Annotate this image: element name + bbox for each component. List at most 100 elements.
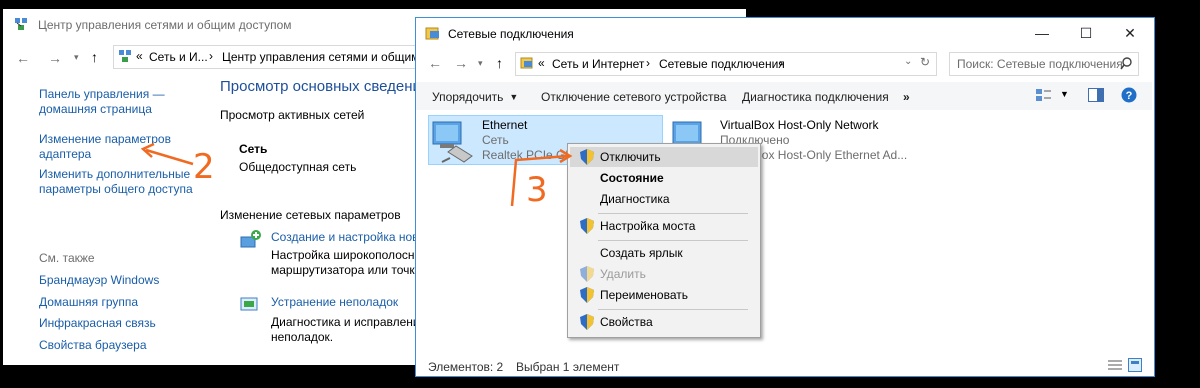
annotation-step-3: 3 [526, 170, 548, 210]
menu-item-properties[interactable]: Свойства [570, 312, 758, 332]
new-connection-icon [240, 230, 261, 248]
menu-item-label: Состояние [600, 171, 664, 185]
window-title: Центр управления сетями и общим доступом [38, 18, 292, 32]
more-commands-label: » [903, 90, 910, 104]
address-bar[interactable]: « Сеть и И... › Центр управления сетями … [113, 45, 435, 69]
help-icon[interactable]: ? [1121, 87, 1137, 103]
menu-item-label: Свойства [600, 315, 653, 329]
menu-item-label: Отключить [600, 150, 661, 164]
breadcrumb-separator-icon: › [646, 56, 650, 70]
page-title: Просмотр основных сведени [220, 78, 421, 95]
status-items-count: Элементов: 2 [428, 360, 504, 374]
close-button[interactable]: ✕ [1108, 18, 1152, 48]
menu-item-rename[interactable]: Переименовать [570, 285, 758, 305]
menu-item-create-shortcut[interactable]: Создать ярлык [570, 243, 758, 263]
new-connection-desc: Настройка широкополосно [271, 248, 422, 262]
more-commands-button[interactable]: » [903, 84, 910, 110]
details-view-icon[interactable] [1108, 359, 1122, 371]
up-arrow-icon[interactable]: ↑ [91, 49, 98, 65]
uac-shield-icon [580, 266, 594, 282]
refresh-icon[interactable]: ↻ [920, 55, 930, 69]
forward-arrow-icon[interactable]: → [48, 50, 62, 66]
back-arrow-icon[interactable]: ← [16, 50, 30, 66]
disable-device-button[interactable]: Отключение сетевого устройства [541, 84, 726, 110]
network-connections-icon [520, 57, 533, 69]
disable-device-label: Отключение сетевого устройства [541, 90, 727, 104]
network-center-icon [15, 18, 27, 30]
search-input[interactable]: Поиск: Сетевые подключения [957, 57, 1123, 71]
network-type: Общедоступная сеть [239, 160, 357, 174]
breadcrumb-separator-icon: › [209, 49, 213, 63]
tiles-view-icon[interactable] [1128, 358, 1142, 372]
link-line: Панель управления — [39, 87, 165, 101]
annotation-step-2: 2 [193, 147, 215, 187]
adapter-status: Сеть [482, 133, 509, 147]
firewall-link[interactable]: Брандмауэр Windows [39, 273, 159, 287]
uac-shield-icon [580, 287, 594, 303]
dropdown-icon[interactable]: ▾ [478, 58, 483, 69]
control-panel-home-link[interactable]: Панель управления — домашняя страница [39, 87, 165, 117]
network-adapter-icon [432, 121, 473, 163]
chevron-down-icon: ▼ [509, 92, 519, 102]
change-settings-heading: Изменение сетевых параметров [220, 208, 401, 222]
breadcrumb-separator-icon: › [779, 56, 783, 70]
menu-item-status[interactable]: Состояние [570, 168, 758, 188]
organize-button[interactable]: Упорядочить ▼ [432, 84, 518, 110]
view-dropdown-icon[interactable]: ▼ [1060, 89, 1069, 99]
diagnose-connection-label: Диагностика подключения [742, 90, 889, 104]
status-selected: Выбран 1 элемент [516, 360, 620, 374]
up-arrow-icon[interactable]: ↑ [496, 55, 503, 71]
svg-text:?: ? [1126, 90, 1133, 102]
search-icon[interactable] [1120, 57, 1133, 70]
infrared-link[interactable]: Инфракрасная связь [39, 316, 156, 330]
network-center-icon [119, 50, 131, 62]
menu-item-label: Настройка моста [600, 219, 696, 233]
breadcrumb-item[interactable]: Сетевые подключения [659, 57, 785, 71]
menu-separator [598, 240, 748, 241]
new-connection-desc: маршрутизатора или точки [271, 263, 422, 277]
homegroup-link[interactable]: Домашняя группа [39, 295, 138, 309]
menu-item-label: Диагностика [600, 192, 670, 206]
back-arrow-icon[interactable]: ← [428, 55, 442, 71]
breadcrumb-overflow-icon[interactable]: « [538, 56, 545, 70]
window-title: Сетевые подключения [448, 27, 574, 41]
breadcrumb-overflow-icon[interactable]: « [136, 49, 143, 63]
new-connection-link[interactable]: Создание и настройка ново [271, 230, 425, 244]
minimize-button[interactable]: — [1020, 18, 1064, 48]
network-name: Сеть [239, 142, 268, 156]
breadcrumb-item[interactable]: Сеть и И... [149, 50, 208, 64]
network-connections-icon [425, 27, 439, 40]
advanced-sharing-link[interactable]: Изменить дополнительные параметры общего… [39, 167, 193, 197]
annotation-arrow-2 [140, 142, 194, 166]
organize-label: Упорядочить [432, 90, 504, 104]
address-bar[interactable]: « Сеть и Интернет › Сетевые подключения … [515, 52, 937, 76]
troubleshoot-icon [240, 297, 258, 311]
view-options-icon[interactable] [1036, 88, 1052, 102]
uac-shield-icon [580, 314, 594, 330]
troubleshoot-link[interactable]: Устранение неполадок [271, 295, 398, 309]
menu-item-disable[interactable]: Отключить [570, 147, 758, 167]
menu-item-label: Создать ярлык [600, 246, 683, 260]
menu-item-delete[interactable]: Удалить [570, 264, 758, 284]
link-line: домашняя страница [39, 102, 152, 116]
see-also-heading: См. также [39, 251, 95, 265]
menu-separator [598, 309, 748, 310]
preview-pane-icon[interactable] [1088, 88, 1104, 102]
forward-arrow-icon[interactable]: → [454, 55, 468, 71]
adapter-name: Ethernet [482, 118, 528, 132]
breadcrumb-item[interactable]: Центр управления сетями и общим д [222, 50, 430, 64]
adapter-name: VirtualBox Host-Only Network [720, 118, 879, 132]
active-networks-heading: Просмотр активных сетей [220, 108, 365, 122]
diagnose-connection-button[interactable]: Диагностика подключения [742, 84, 889, 110]
menu-item-bridge[interactable]: Настройка моста [570, 216, 758, 236]
link-line: параметры общего доступа [39, 182, 193, 196]
dropdown-icon[interactable]: ▾ [74, 52, 79, 63]
troubleshoot-desc: неполадок. [271, 330, 334, 344]
breadcrumb-item[interactable]: Сеть и Интернет [552, 57, 644, 71]
menu-item-diagnose[interactable]: Диагностика [570, 189, 758, 209]
history-dropdown-icon[interactable]: ⌄ [904, 56, 912, 67]
troubleshoot-desc: Диагностика и исправление [271, 315, 427, 329]
maximize-button[interactable]: ☐ [1064, 18, 1108, 48]
search-box[interactable]: Поиск: Сетевые подключения [949, 52, 1139, 76]
browser-properties-link[interactable]: Свойства браузера [39, 338, 147, 352]
